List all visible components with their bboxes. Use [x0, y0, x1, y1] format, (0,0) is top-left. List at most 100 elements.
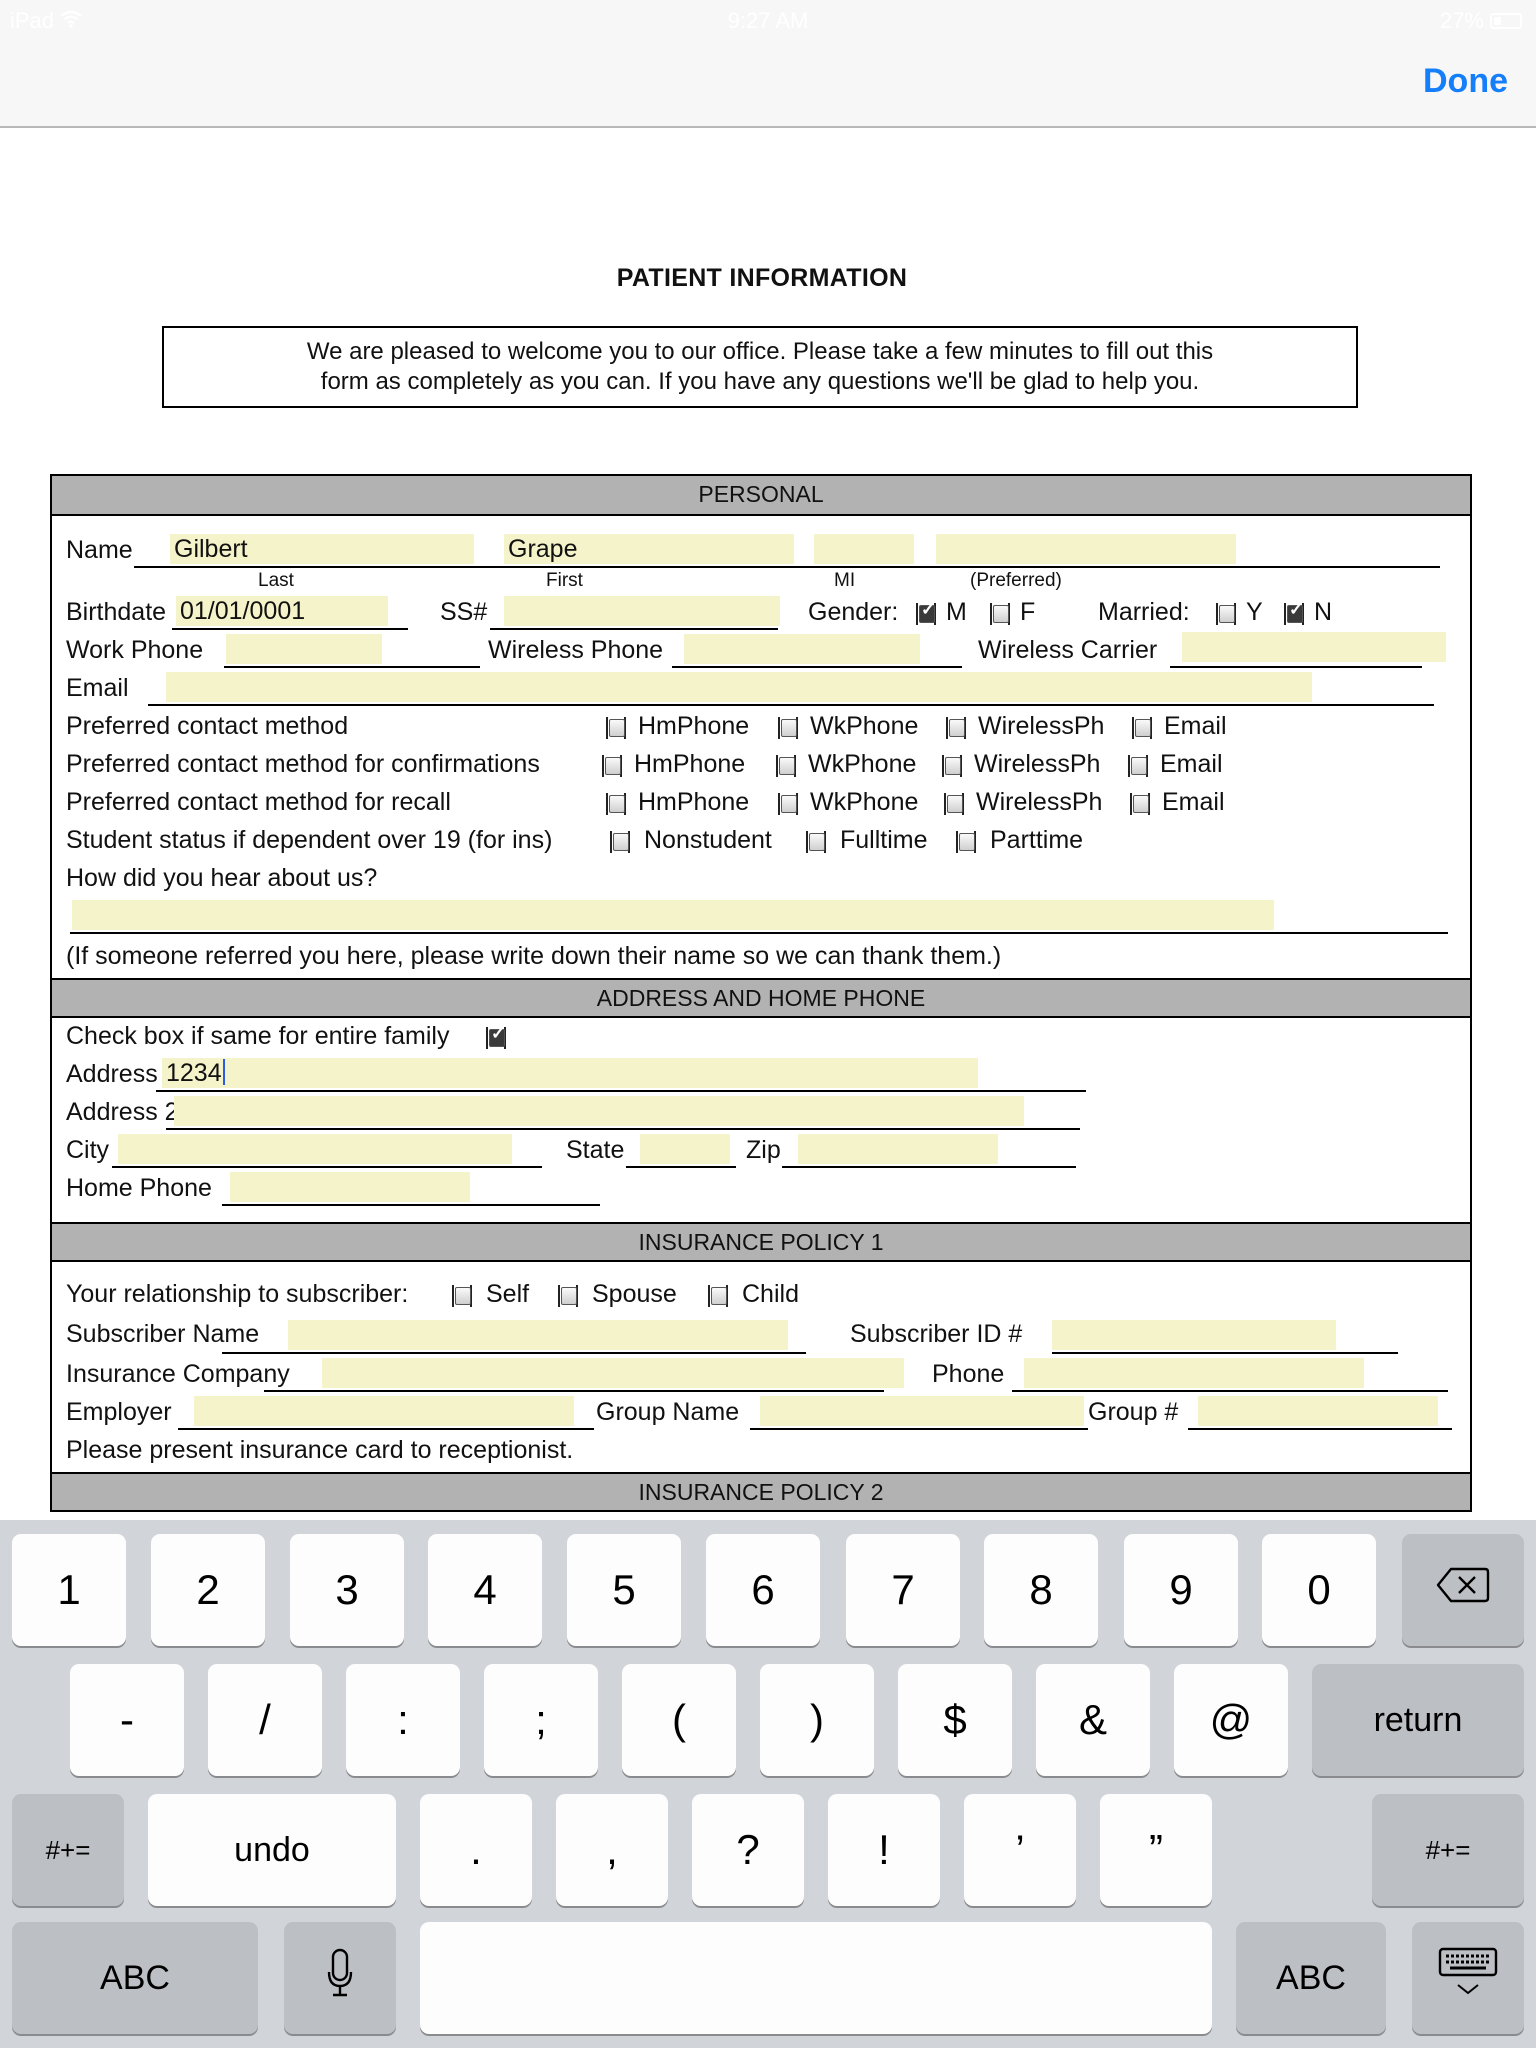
option-label: WirelessPh [976, 788, 1103, 816]
key-period[interactable]: . [420, 1794, 532, 1906]
key-5[interactable]: 5 [567, 1534, 681, 1646]
key-hyphen[interactable]: - [70, 1664, 184, 1776]
hear-about-row: How did you hear about us? [52, 860, 1470, 898]
employer-field[interactable] [194, 1396, 574, 1426]
same-for-family-checkbox[interactable] [486, 1024, 506, 1049]
insurance-company-field[interactable] [322, 1358, 904, 1388]
key-colon[interactable]: : [346, 1664, 460, 1776]
space-bar[interactable] [420, 1922, 1212, 2034]
contact-hmphone-checkbox[interactable] [606, 717, 626, 739]
confirm-email-checkbox[interactable] [1128, 755, 1148, 777]
parttime-checkbox[interactable] [956, 831, 976, 853]
recall-email-checkbox[interactable] [1130, 793, 1150, 815]
address2-field[interactable] [174, 1096, 1024, 1126]
spouse-checkbox[interactable] [558, 1285, 578, 1307]
group-name-field[interactable] [760, 1396, 1084, 1426]
option-label: WkPhone [810, 788, 919, 816]
option-label: WkPhone [808, 750, 917, 778]
dismiss-keyboard-key[interactable] [1412, 1922, 1524, 2034]
insurance-phone-field[interactable] [1024, 1358, 1364, 1388]
ss-field[interactable] [504, 596, 780, 626]
abc-key-left[interactable]: ABC [12, 1922, 258, 2034]
key-3[interactable]: 3 [290, 1534, 404, 1646]
birthdate-field[interactable]: 01/01/0001 [176, 596, 388, 626]
recall-wireless-checkbox[interactable] [944, 793, 964, 815]
key-quote[interactable]: ” [1100, 1794, 1212, 1906]
section-header-address: ADDRESS AND HOME PHONE [52, 978, 1470, 1018]
key-exclamation[interactable]: ! [828, 1794, 940, 1906]
symbols-key-right[interactable]: #+= [1372, 1794, 1524, 1906]
self-checkbox[interactable] [452, 1285, 472, 1307]
key-7[interactable]: 7 [846, 1534, 960, 1646]
key-ampersand[interactable]: & [1036, 1664, 1150, 1776]
address2-row: Address 2 [52, 1094, 1470, 1132]
key-2[interactable]: 2 [151, 1534, 265, 1646]
recall-hmphone-checkbox[interactable] [606, 793, 626, 815]
option-label: Email [1162, 788, 1225, 816]
subscriber-name-field[interactable] [288, 1320, 788, 1350]
email-field[interactable] [166, 672, 1312, 702]
gender-m-checkbox[interactable] [916, 600, 936, 625]
done-button[interactable]: Done [1423, 62, 1508, 101]
last-sublabel: Last [258, 570, 294, 591]
state-field[interactable] [640, 1134, 730, 1164]
hear-about-field[interactable] [72, 900, 1274, 930]
key-open-paren[interactable]: ( [622, 1664, 736, 1776]
gender-f-checkbox[interactable] [990, 603, 1010, 625]
work-phone-field[interactable] [226, 634, 382, 664]
fulltime-checkbox[interactable] [806, 831, 826, 853]
key-6[interactable]: 6 [706, 1534, 820, 1646]
wireless-phone-label: Wireless Phone [488, 636, 664, 664]
wireless-carrier-field[interactable] [1182, 632, 1446, 662]
confirm-hmphone-checkbox[interactable] [602, 755, 622, 777]
key-9[interactable]: 9 [1124, 1534, 1238, 1646]
delete-icon [1435, 1565, 1491, 1615]
key-apostrophe[interactable]: ’ [964, 1794, 1076, 1906]
wireless-phone-field[interactable] [684, 634, 920, 664]
group-number-field[interactable] [1198, 1396, 1438, 1426]
mi-sublabel: MI [834, 570, 856, 591]
city-field[interactable] [118, 1134, 512, 1164]
key-slash[interactable]: / [208, 1664, 322, 1776]
first-name-field[interactable]: Grape [504, 534, 794, 564]
gender-m-label: M [946, 598, 967, 626]
ss-underline [490, 628, 778, 630]
key-close-paren[interactable]: ) [760, 1664, 874, 1776]
key-question[interactable]: ? [692, 1794, 804, 1906]
key-at[interactable]: @ [1174, 1664, 1288, 1776]
contact-wkphone-checkbox[interactable] [778, 717, 798, 739]
undo-key[interactable]: undo [148, 1794, 396, 1906]
key-1[interactable]: 1 [12, 1534, 126, 1646]
dictation-key[interactable] [284, 1922, 396, 2034]
abc-key-right[interactable]: ABC [1236, 1922, 1386, 2034]
confirm-wkphone-checkbox[interactable] [776, 755, 796, 777]
zip-field[interactable] [798, 1134, 998, 1164]
key-comma[interactable]: , [556, 1794, 668, 1906]
employer-row: Employer Group Name Group # [52, 1394, 1470, 1432]
return-key[interactable]: return [1312, 1664, 1524, 1776]
married-y-checkbox[interactable] [1216, 603, 1236, 625]
contact-wireless-checkbox[interactable] [946, 717, 966, 739]
group-name-underline [750, 1428, 1088, 1430]
key-8[interactable]: 8 [984, 1534, 1098, 1646]
preferred-name-field[interactable] [936, 534, 1236, 564]
key-0[interactable]: 0 [1262, 1534, 1376, 1646]
key-semicolon[interactable]: ; [484, 1664, 598, 1776]
subscriber-id-field[interactable] [1052, 1320, 1336, 1350]
child-checkbox[interactable] [708, 1285, 728, 1307]
insurance-company-row: Insurance Company Phone [52, 1356, 1470, 1394]
nonstudent-checkbox[interactable] [610, 831, 630, 853]
key-4[interactable]: 4 [428, 1534, 542, 1646]
home-phone-field[interactable] [230, 1172, 470, 1202]
city-state-zip-row: City State Zip [52, 1132, 1470, 1170]
confirm-wireless-checkbox[interactable] [942, 755, 962, 777]
contact-email-checkbox[interactable] [1132, 717, 1152, 739]
address-field[interactable]: 1234 [162, 1058, 978, 1088]
married-n-checkbox[interactable] [1284, 600, 1304, 625]
recall-wkphone-checkbox[interactable] [778, 793, 798, 815]
last-name-field[interactable]: Gilbert [170, 534, 474, 564]
delete-key[interactable] [1402, 1534, 1524, 1646]
key-dollar[interactable]: $ [898, 1664, 1012, 1776]
symbols-key-left[interactable]: #+= [12, 1794, 124, 1906]
middle-initial-field[interactable] [814, 534, 914, 564]
